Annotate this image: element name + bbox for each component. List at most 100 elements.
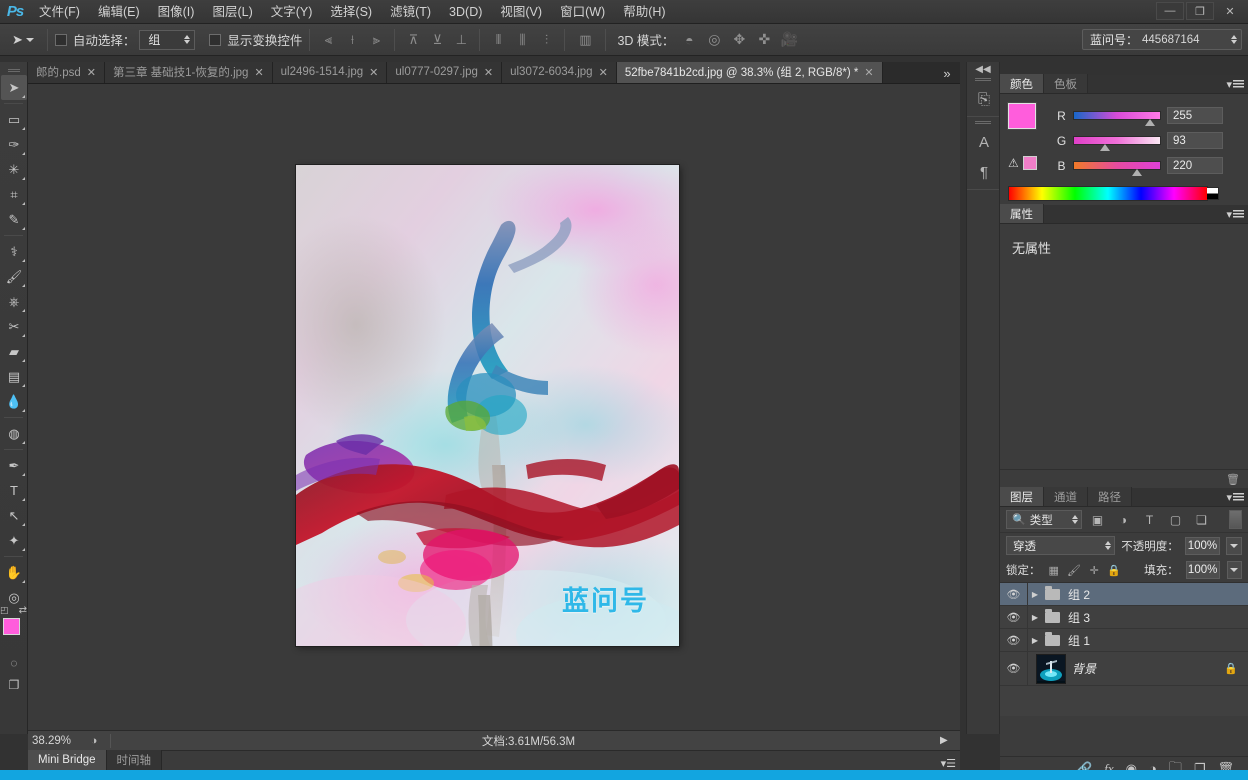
layer-name[interactable]: 组 3	[1062, 609, 1090, 626]
expand-group-chevron-icon[interactable]: ▶	[1028, 636, 1042, 645]
history-brush-tool[interactable]: ✂	[1, 314, 27, 339]
zoom-level[interactable]: 38.29%	[28, 735, 84, 747]
filter-shape-icon[interactable]: ▢	[1165, 510, 1186, 529]
slider-knob-b[interactable]	[1131, 169, 1142, 176]
menu-item-8[interactable]: 视图(V)	[491, 0, 551, 24]
filter-smart-object-icon[interactable]: ❏	[1191, 510, 1212, 529]
toolbox-grip[interactable]	[0, 66, 27, 75]
align-vertical-centers-icon[interactable]: ⊻	[426, 29, 448, 51]
layer-name[interactable]: 背景	[1066, 660, 1096, 677]
eyedropper-tool[interactable]: ✎	[1, 207, 27, 232]
align-bottom-edges-icon[interactable]: ⊥	[450, 29, 472, 51]
3d-rotate-icon[interactable]: ◓	[679, 30, 699, 50]
document-tab-2[interactable]: ul2496-1514.jpg ✕	[272, 62, 388, 83]
align-right-edges-icon[interactable]: ⫸	[365, 29, 387, 51]
channel-value-r[interactable]: 255	[1167, 107, 1223, 124]
align-horizontal-centers-icon[interactable]: ⟊	[341, 29, 363, 51]
history-actions-icon[interactable]: ⎘	[967, 84, 1001, 114]
filter-pixel-icon[interactable]: ▣	[1087, 510, 1108, 529]
auto-select-checkbox[interactable]	[54, 33, 67, 46]
slider-b[interactable]	[1073, 161, 1161, 176]
gamut-proof-swatch[interactable]	[1022, 156, 1037, 170]
auto-select-scope-dropdown[interactable]: 组	[139, 29, 196, 50]
lasso-tool[interactable]: ✑	[1, 132, 27, 157]
clone-stamp-tool[interactable]: ⎈	[1, 289, 27, 314]
fill-value[interactable]: 100%	[1185, 561, 1220, 579]
layer-row-3[interactable]: 👁 背景 🔒	[1000, 652, 1248, 686]
layer-row-1[interactable]: 👁 ▶ 组 3	[1000, 606, 1248, 629]
opacity-dropdown-button[interactable]	[1226, 536, 1242, 555]
layer-list[interactable]: 👁 ▶ 组 2 👁 ▶ 组 3 👁 ▶ 组 1 👁 背景 🔒	[1000, 583, 1248, 716]
menu-item-0[interactable]: 文件(F)	[30, 0, 89, 24]
blend-mode-dropdown[interactable]: 穿透	[1006, 536, 1116, 555]
channel-value-b[interactable]: 220	[1167, 157, 1223, 174]
magic-wand-tool[interactable]: ✳	[1, 157, 27, 182]
expand-group-chevron-icon[interactable]: ▶	[1028, 613, 1042, 622]
lock-transparency-icon[interactable]: ▦	[1048, 563, 1060, 577]
3d-pan-icon[interactable]: ✥	[729, 30, 749, 50]
slider-g[interactable]	[1073, 136, 1161, 151]
filter-adjustment-icon[interactable]: ◑	[1113, 510, 1134, 529]
tab-channels[interactable]: 通道	[1044, 487, 1088, 506]
chevron-down-icon[interactable]	[25, 37, 34, 42]
layer-row-2[interactable]: 👁 ▶ 组 1	[1000, 629, 1248, 652]
brush-tool[interactable]: 🖌	[1, 264, 27, 289]
paragraph-panel-icon[interactable]: ¶	[967, 157, 1001, 187]
close-icon[interactable]: ✕	[484, 66, 493, 79]
pen-tool[interactable]: ✒	[1, 453, 27, 478]
blur-tool[interactable]: 💧	[1, 389, 27, 414]
menu-item-6[interactable]: 滤镜(T)	[381, 0, 440, 24]
gradient-tool[interactable]: ▤	[1, 364, 27, 389]
layer-visibility-icon[interactable]: 👁	[1000, 652, 1028, 685]
eraser-tool[interactable]: ▰	[1, 339, 27, 364]
slider-knob-r[interactable]	[1144, 119, 1155, 126]
dodge-tool[interactable]: ◍	[1, 421, 27, 446]
menu-item-10[interactable]: 帮助(H)	[614, 0, 674, 24]
channel-value-g[interactable]: 93	[1167, 132, 1223, 149]
type-tool[interactable]: T	[1, 478, 27, 503]
gamut-warning[interactable]: ⚠	[1008, 156, 1037, 170]
3d-camera-icon[interactable]: 🎥	[779, 30, 799, 50]
quick-mask-button[interactable]: ◌	[1, 652, 27, 674]
bottom-tab-0[interactable]: Mini Bridge	[28, 750, 107, 770]
document-canvas[interactable]: 蓝问号	[296, 165, 679, 646]
menu-item-3[interactable]: 图层(L)	[203, 0, 261, 24]
status-menu-arrow-icon[interactable]: ▶	[940, 735, 960, 746]
layers-panel-menu-button[interactable]: ▾	[1226, 491, 1244, 504]
tab-properties[interactable]: 属性	[1000, 204, 1044, 223]
close-icon[interactable]: ✕	[369, 66, 378, 79]
menu-item-4[interactable]: 文字(Y)	[262, 0, 322, 24]
tab-paths[interactable]: 路径	[1088, 487, 1132, 506]
minimize-button[interactable]: —	[1156, 2, 1184, 20]
fill-dropdown-button[interactable]	[1226, 561, 1243, 579]
dock-grip[interactable]	[967, 76, 999, 84]
color-panel-menu-button[interactable]: ▾	[1226, 78, 1244, 91]
close-icon[interactable]: ✕	[254, 66, 263, 79]
distribute-right-icon[interactable]: ⫶	[535, 29, 557, 51]
align-left-edges-icon[interactable]: ⫷	[317, 29, 339, 51]
foreground-color-swatch[interactable]	[3, 618, 20, 635]
align-top-edges-icon[interactable]: ⊼	[402, 29, 424, 51]
swap-colors-icon[interactable]: ⇄	[19, 605, 27, 616]
maximize-button[interactable]: ❐	[1186, 2, 1214, 20]
tab-color[interactable]: 颜色	[1000, 74, 1044, 93]
bottom-panel-menu-icon[interactable]: ▾☰	[941, 757, 956, 770]
dock-grip[interactable]	[967, 119, 999, 127]
expand-group-chevron-icon[interactable]: ▶	[1028, 590, 1042, 599]
close-icon[interactable]: ✕	[599, 66, 608, 79]
marquee-tool[interactable]: ▭	[1, 107, 27, 132]
layer-name[interactable]: 组 1	[1062, 632, 1090, 649]
screen-mode-button[interactable]: ❐	[1, 674, 27, 696]
layer-name[interactable]: 组 2	[1062, 586, 1090, 603]
canvas-area[interactable]: 蓝问号	[28, 84, 960, 730]
black-white-swatch[interactable]	[1207, 187, 1219, 200]
lock-all-icon[interactable]: 🔒	[1107, 563, 1121, 577]
menu-item-7[interactable]: 3D(D)	[440, 0, 491, 24]
close-icon[interactable]: ✕	[87, 66, 96, 79]
lock-position-icon[interactable]: ✛	[1088, 563, 1100, 577]
layer-thumbnail[interactable]	[1036, 653, 1066, 684]
trash-icon[interactable]: 🗑	[1226, 473, 1240, 486]
foreground-color-swatch[interactable]	[1007, 102, 1037, 130]
shape-tool[interactable]: ✦	[1, 528, 27, 553]
3d-slide-icon[interactable]: ✜	[754, 30, 774, 50]
